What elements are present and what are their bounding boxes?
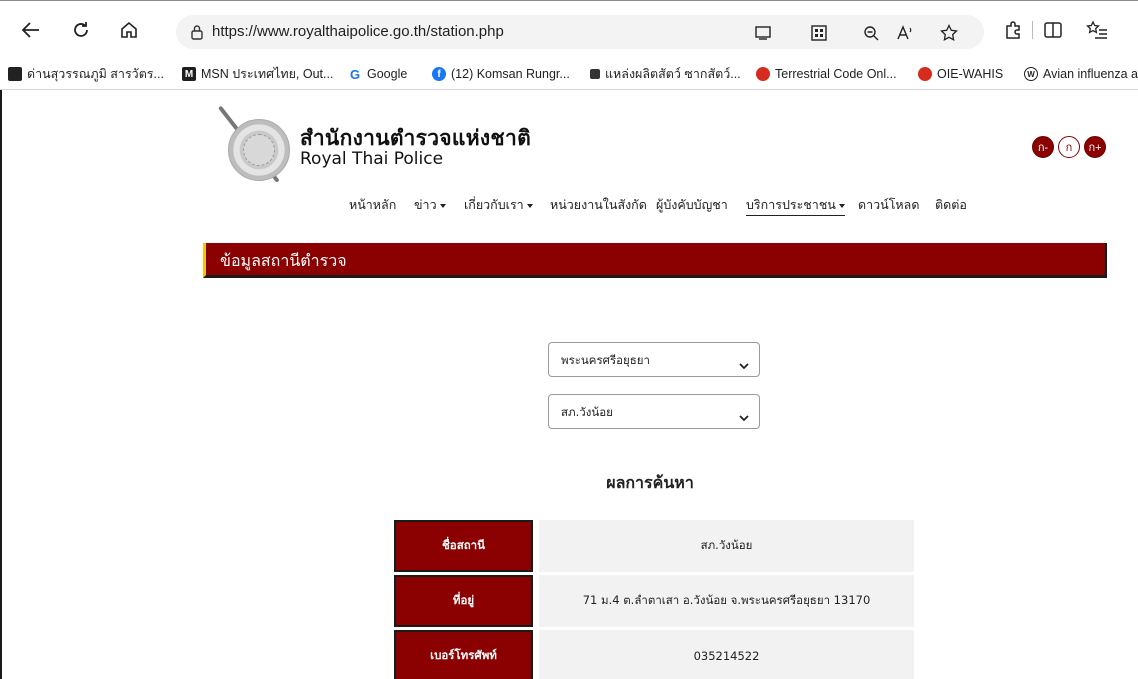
chevron-down-icon [739,407,749,426]
extensions-icon[interactable] [1000,17,1026,43]
table-row: เบอร์โทรศัพท์ 035214522 [394,630,914,679]
bookmark-label: ด่านสุวรรณภูมิ สารวัตร... [27,67,164,81]
caret-down-icon [439,203,446,208]
bookmark-label: (12) Komsan Rungr... [451,67,570,81]
bookmark-item[interactable]: ด่านสุวรรณภูมิ สารวัตร... [8,65,164,83]
bookmark-square-icon [8,67,22,81]
caret-down-icon [526,203,533,208]
bookmark-item[interactable]: G Google [348,65,407,83]
home-icon[interactable] [116,17,142,43]
section-header-bar: ข้อมูลสถานีตำรวจ [203,243,1107,278]
row-label: เบอร์โทรศัพท์ [394,630,533,679]
row-label: ชื่อสถานี [394,520,533,572]
bookmark-item[interactable]: f (12) Komsan Rungr... [432,65,570,83]
toolbar-divider [1032,21,1033,39]
woah-icon [756,67,770,81]
nav-commanders[interactable]: ผู้บังคับบัญชา [656,195,728,215]
province-select-value: พระนครศรีอยุธยา [561,353,651,367]
station-select-value: สภ.วังน้อย [561,405,613,419]
bookmark-item[interactable]: W Avian influenza a [1024,65,1138,83]
font-reset-button[interactable]: ก [1058,136,1080,158]
read-aloud-icon[interactable] [896,24,914,42]
bookmark-label: Google [367,67,408,81]
nav-news[interactable]: ข่าว [414,195,446,215]
station-select[interactable]: สภ.วังน้อย [548,394,760,429]
font-decrease-button[interactable]: ก- [1032,136,1054,158]
main-nav: หน้าหลัก ข่าว เกี่ยวกับเรา หน่วยงานในสัง… [0,195,1138,216]
nav-home[interactable]: หน้าหลัก [349,195,396,215]
results-title: ผลการค้นหา [606,473,694,492]
row-value: 035214522 [539,630,914,679]
table-row: ที่อยู่ 71 ม.4 ต.ลำตาเสา อ.วังน้อย จ.พระ… [394,575,914,627]
favorite-star-icon[interactable] [940,24,958,42]
bookmark-label: Avian influenza a [1043,67,1138,81]
app-available-icon[interactable] [754,24,772,42]
bookmark-label: MSN ประเทศไทย, Out... [201,67,334,81]
table-row: ชื่อสถานี สภ.วังน้อย [394,520,914,572]
site-icon [590,69,600,79]
font-increase-button[interactable]: ก+ [1084,136,1106,158]
url-text[interactable]: https://www.royalthaipolice.go.th/statio… [212,23,504,40]
site-title-english[interactable]: Royal Thai Police [300,149,443,169]
nav-download[interactable]: ดาวน์โหลด [858,195,919,215]
page-border [0,90,2,679]
google-icon: G [349,66,361,82]
bookmark-label: OIE-WAHIS [937,67,1004,81]
bookmarks-bar: ด่านสุวรรณภูมิ สารวัตร... M MSN ประเทศไท… [0,58,1138,90]
lock-icon[interactable] [190,24,204,44]
caret-down-icon [838,203,845,208]
qr-code-icon[interactable] [810,24,828,42]
back-icon[interactable] [18,17,44,43]
facebook-icon: f [432,67,446,81]
row-value: สภ.วังน้อย [539,520,914,572]
who-icon: W [1024,67,1038,81]
province-select[interactable]: พระนครศรีอยุธยา [548,342,760,377]
row-label: ที่อยู่ [394,575,533,627]
bookmark-item[interactable]: M MSN ประเทศไทย, Out... [182,65,333,83]
bookmark-label: Terrestrial Code Onl... [775,67,897,81]
favorites-list-icon[interactable] [1084,17,1110,43]
police-seal-logo[interactable] [228,119,290,181]
bookmark-label: แหล่งผลิตสัตว์ ซากสัตว์... [605,67,741,81]
bookmark-item[interactable]: OIE-WAHIS [918,65,1003,83]
nav-about[interactable]: เกี่ยวกับเรา [464,195,533,215]
browser-toolbar: https://www.royalthaipolice.go.th/statio… [0,0,1138,58]
msn-icon: M [182,67,196,81]
nav-contact[interactable]: ติดต่อ [935,195,967,215]
nav-public-services[interactable]: บริการประชาชน [746,195,845,216]
split-screen-icon[interactable] [1040,17,1066,43]
address-bar[interactable]: https://www.royalthaipolice.go.th/statio… [176,15,984,49]
zoom-out-icon[interactable] [862,24,880,42]
row-value: 71 ม.4 ต.ลำตาเสา อ.วังน้อย จ.พระนครศรีอย… [539,575,914,627]
bookmark-item[interactable]: แหล่งผลิตสัตว์ ซากสัตว์... [590,65,741,83]
bookmark-item[interactable]: Terrestrial Code Onl... [756,65,897,83]
nav-units[interactable]: หน่วยงานในสังกัด [550,195,647,215]
chevron-down-icon [739,355,749,374]
woah-icon [918,67,932,81]
section-title: ข้อมูลสถานีตำรวจ [220,251,347,270]
refresh-icon[interactable] [68,17,94,43]
